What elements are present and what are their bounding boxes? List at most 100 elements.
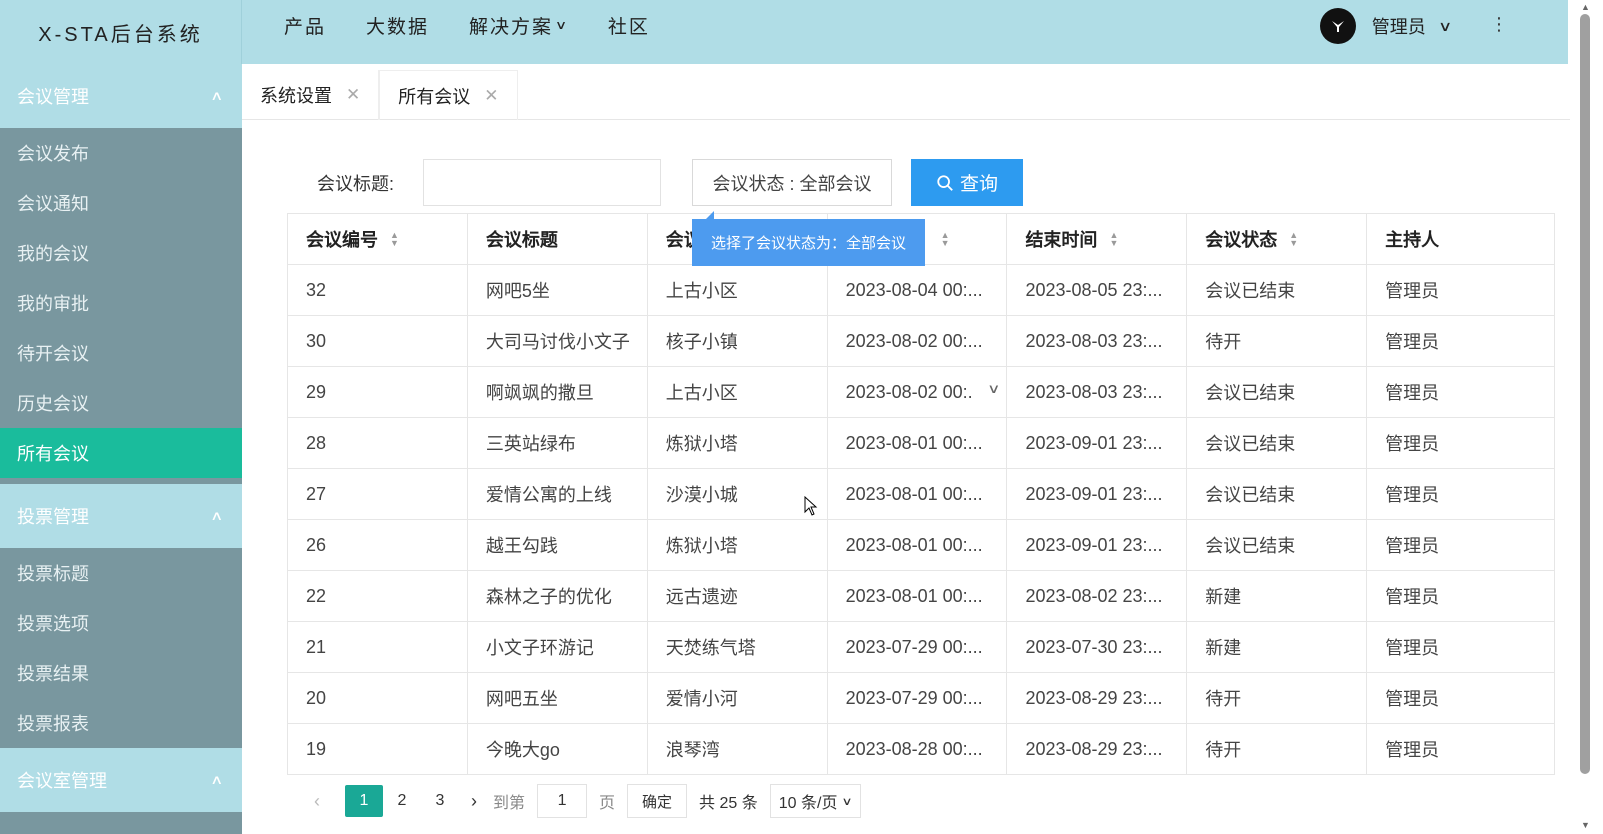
vertical-scrollbar[interactable]: ▲ ▼	[1568, 0, 1603, 834]
sidebar-group-vote[interactable]: 投票管理 ∧	[0, 484, 242, 548]
page-2-button[interactable]: 2	[383, 785, 421, 817]
scrollbar-thumb[interactable]	[1580, 14, 1590, 774]
table-row[interactable]: 30 大司马讨伐小文子 核子小镇 2023-08-02 00:... 2023-08-0…	[288, 316, 1555, 367]
page-1-button[interactable]: 1	[345, 785, 383, 817]
cell-status: 会议已结束	[1187, 367, 1368, 417]
cell-text: 管理员	[1385, 383, 1440, 403]
close-icon[interactable]: ✕	[346, 85, 360, 105]
nav-item-bigdata[interactable]: 大数据	[366, 12, 429, 39]
sidebar-item-history[interactable]: 历史会议	[0, 378, 242, 428]
cell-text: 网吧5坐	[485, 281, 550, 301]
table-row[interactable]: 27 爱情公寓的上线 沙漠小城 2023-08-01 00:... 2023-09-01…	[288, 469, 1555, 520]
cell-text: 三英站绿布	[485, 434, 576, 454]
avatar-logo-icon	[1331, 21, 1344, 32]
column-title: 主持人	[1385, 230, 1440, 250]
sidebar-item-vote-report[interactable]: 投票报表	[0, 698, 242, 748]
nav-item-solutions[interactable]: 解决方案 ∨	[469, 12, 568, 39]
tab-system-settings[interactable]: 系统设置 ✕	[242, 70, 380, 120]
cell-title: 今晚大go	[468, 724, 648, 774]
sort-icon[interactable]: ▲ ▼	[1289, 231, 1298, 248]
nav-item-product[interactable]: 产品	[284, 12, 326, 39]
prev-page-icon[interactable]: ‹	[307, 791, 327, 812]
cell-text: 2023-08-28 00:...	[845, 738, 983, 759]
cell-end: 2023-08-03 23:...	[1007, 367, 1188, 417]
table-row[interactable]: 28 三英站绿布 炼狱小塔 2023-08-01 00:... 2023-09-01 2…	[288, 418, 1555, 469]
cell-end: 2023-08-03 23:...	[1007, 316, 1188, 366]
cell-text: 20	[306, 687, 327, 708]
sidebar-group-room[interactable]: 会议室管理 ∧	[0, 748, 242, 812]
sidebar-item-vote-options[interactable]: 投票选项	[0, 598, 242, 648]
cell-text: 27	[306, 483, 327, 504]
sidebar-item-vote-results[interactable]: 投票结果	[0, 648, 242, 698]
page-size-select[interactable]: 10 条/页 ∨	[769, 784, 861, 818]
sidebar-item-publish[interactable]: 会议发布	[0, 128, 242, 178]
column-header-end[interactable]: 结束时间 ▲ ▼	[1007, 214, 1188, 264]
meeting-title-input[interactable]	[423, 159, 661, 206]
cell-room: 炼狱小塔	[648, 520, 828, 570]
nav-item-community[interactable]: 社区	[608, 12, 650, 39]
cell-text: 2023-08-02 00:...	[845, 330, 983, 351]
sidebar-item-my-meetings[interactable]: 我的会议	[0, 228, 242, 278]
cell-text: 远古遗迹	[665, 587, 738, 607]
cell-text: 管理员	[1385, 332, 1440, 352]
table-row[interactable]: 21 小文子环游记 天焚练气塔 2023-07-29 00:... 2023-07-30…	[288, 622, 1555, 673]
sidebar-group-label: 投票管理	[17, 507, 89, 527]
table-row[interactable]: 32 网吧5坐 上古小区 2023-08-04 00:... 2023-08-05 23…	[288, 265, 1555, 316]
nav-label: 社区	[607, 16, 650, 38]
cell-text: 2023-07-30 23:...	[1025, 636, 1163, 657]
cell-end: 2023-08-05 23:...	[1007, 265, 1188, 315]
sidebar-item-pending[interactable]: 待开会议	[0, 328, 242, 378]
pagination: ‹ 1 2 3 › 到第 1 页 确定 共 25 条 10 条/页 ∨	[307, 784, 861, 818]
cell-end: 2023-08-02 23:...	[1007, 571, 1188, 621]
column-header-status[interactable]: 会议状态 ▲ ▼	[1187, 214, 1368, 264]
tab-label: 系统设置	[260, 86, 332, 106]
query-button[interactable]: 查询	[911, 159, 1023, 206]
avatar[interactable]	[1319, 8, 1356, 44]
tooltip-text: 选择了会议状态为：全部会议	[710, 235, 906, 252]
sidebar-item-all-meetings[interactable]: 所有会议	[0, 428, 242, 478]
page-3-button[interactable]: 3	[421, 785, 459, 817]
cell-start: 2023-07-29 00:...	[828, 673, 1008, 723]
sidebar-item-vote-title[interactable]: 投票标题	[0, 548, 242, 598]
scroll-down-arrow-icon[interactable]: ▼	[1581, 820, 1590, 830]
sidebar-group-label: 会议室管理	[17, 771, 107, 791]
goto-confirm-button[interactable]: 确定	[627, 784, 688, 818]
chevron-up-icon: ∧	[210, 508, 224, 523]
sort-icon[interactable]: ▲ ▼	[941, 231, 950, 248]
tab-all-meetings[interactable]: 所有会议 ✕	[379, 70, 518, 120]
cell-start: 2023-08-02 00:. ∨	[828, 367, 1008, 417]
sidebar-item-notice[interactable]: 会议通知	[0, 178, 242, 228]
more-options-icon[interactable]: ⋮	[1490, 14, 1508, 35]
table-row[interactable]: 29 啊飒飒的撒旦 上古小区 2023-08-02 00:. ∨ 2023-08-03 2…	[288, 367, 1555, 418]
sort-icon[interactable]: ▲ ▼	[390, 231, 399, 248]
table-row[interactable]: 20 网吧五坐 爱情小河 2023-07-29 00:... 2023-08-29 23…	[288, 673, 1555, 724]
top-nav: 产品 大数据 解决方案 ∨ 社区	[284, 0, 690, 50]
meeting-title-label: 会议标题:	[317, 174, 395, 194]
cell-text: 21	[306, 636, 327, 657]
user-menu[interactable]: 管理员 ∨	[1319, 8, 1452, 44]
table-row[interactable]: 26 越王勾践 炼狱小塔 2023-08-01 00:... 2023-09-01 23…	[288, 520, 1555, 571]
cell-text: 管理员	[1385, 281, 1440, 301]
app-logo[interactable]: X-STA后台系统	[0, 0, 242, 64]
meeting-status-select[interactable]: 会议状态 : 全部会议	[692, 159, 892, 206]
cell-title: 网吧5坐	[468, 265, 648, 315]
column-header-id[interactable]: 会议编号 ▲ ▼	[288, 214, 468, 264]
nav-label: 大数据	[366, 16, 430, 38]
cell-text: 爱情小河	[665, 689, 738, 709]
cell-id: 28	[288, 418, 468, 468]
scroll-up-arrow-icon[interactable]: ▲	[1581, 2, 1590, 12]
page-suffix: 页	[599, 795, 616, 812]
next-page-icon[interactable]: ›	[471, 791, 477, 812]
cell-status: 待开	[1187, 316, 1368, 366]
close-icon[interactable]: ✕	[484, 86, 498, 106]
cell-title: 三英站绿布	[468, 418, 648, 468]
chevron-down-icon[interactable]: ∨	[987, 381, 1000, 397]
table-row[interactable]: 22 森林之子的优化 远古遗迹 2023-08-01 00:... 2023-08-02…	[288, 571, 1555, 622]
sidebar-group-meeting[interactable]: 会议管理 ∧	[0, 64, 242, 128]
sort-icon[interactable]: ▲ ▼	[1109, 231, 1118, 248]
sidebar-item-my-approvals[interactable]: 我的审批	[0, 278, 242, 328]
goto-page-input[interactable]: 1	[537, 784, 588, 818]
chevron-down-icon[interactable]: ∨	[1438, 18, 1452, 35]
table-row[interactable]: 19 今晚大go 浪琴湾 2023-08-28 00:... 2023-08-29 23…	[288, 724, 1555, 775]
cell-text: 2023-09-01 23:...	[1025, 483, 1163, 504]
